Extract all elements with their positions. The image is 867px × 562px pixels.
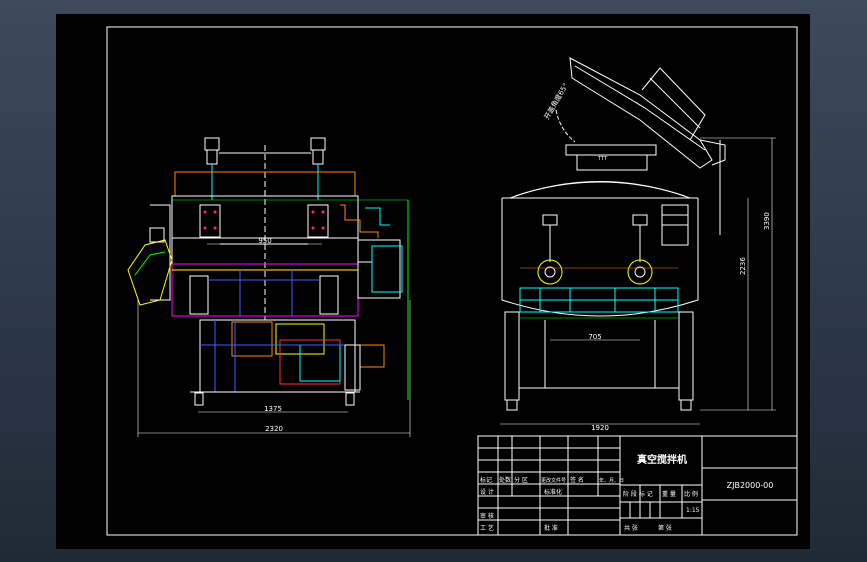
nameplate-mark: TTT xyxy=(597,156,608,162)
front-view: 950 1375 2320 xyxy=(127,137,411,437)
drawing-sheet: 950 1375 2320 开盖角度65° TTT 705 1920 2236 … xyxy=(56,14,810,549)
dim-overall-length: 2320 xyxy=(265,425,283,433)
tb-design: 设 计 xyxy=(480,488,494,496)
dim-overall-width: 1920 xyxy=(591,424,609,432)
tb-sheets-total: 共 张 xyxy=(624,524,638,532)
tb-scale-value: 1:15 xyxy=(686,507,700,514)
tb-stage-mark: 阶 段 标 记 xyxy=(623,490,653,498)
tb-approve: 批 准 xyxy=(544,524,558,532)
tb-doc-no: 更改文件号 xyxy=(541,477,566,484)
tb-review: 审 核 xyxy=(480,512,494,520)
drawing-code: ZJB2000-00 xyxy=(727,481,774,490)
dim-blade-spacing: 705 xyxy=(588,333,601,341)
lid-angle-label: 开盖角度65° xyxy=(542,81,570,121)
cad-drawing: 950 1375 2320 开盖角度65° TTT 705 1920 2236 … xyxy=(106,26,798,536)
tb-process: 工 艺 xyxy=(480,524,494,532)
tb-mark: 标记 xyxy=(480,476,492,484)
tb-zone: 分 区 xyxy=(514,476,528,484)
lifting-lug-right xyxy=(310,137,326,200)
tb-sheet-no: 第 张 xyxy=(658,524,672,532)
side-view: 开盖角度65° TTT 705 1920 2236 3390 xyxy=(500,57,776,432)
dim-height-lower: 2236 xyxy=(739,257,747,275)
tb-count: 处数 xyxy=(499,476,511,484)
drawing-title: 真空搅拌机 xyxy=(637,453,687,466)
lifting-lug-left xyxy=(204,137,220,200)
dim-base-length: 1375 xyxy=(264,405,282,413)
cad-viewport[interactable]: 950 1375 2320 开盖角度65° TTT 705 1920 2236 … xyxy=(0,0,867,562)
dim-height-total: 3390 xyxy=(763,212,771,230)
tb-sign: 签 名 xyxy=(570,476,584,484)
tb-scale: 比 例 xyxy=(684,490,698,498)
tb-date: 年、月、日 xyxy=(599,477,624,484)
dim-inner-width: 950 xyxy=(258,237,271,245)
tb-standardize: 标准化 xyxy=(544,488,562,496)
tb-weight: 重 量 xyxy=(662,490,676,498)
